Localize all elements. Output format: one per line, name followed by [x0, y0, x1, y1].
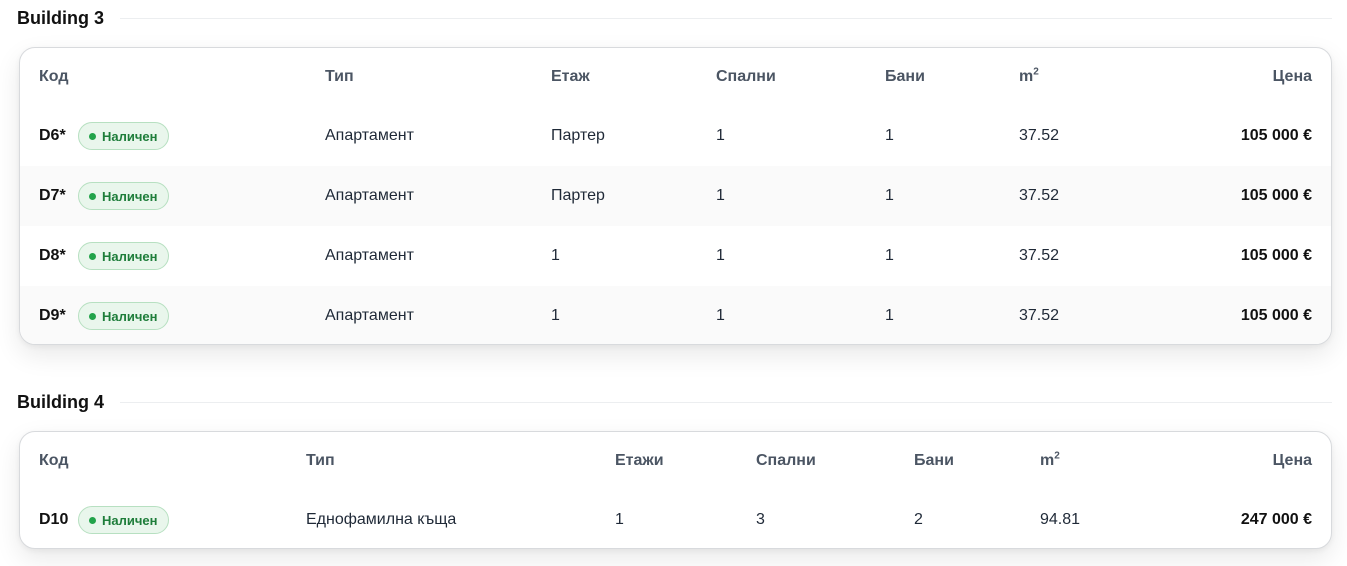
unit-code: D9*: [39, 307, 66, 324]
column-header-type[interactable]: Тип: [306, 432, 615, 490]
unit-bathrooms: 1: [885, 247, 894, 264]
unit-area: 37.52: [1019, 127, 1060, 144]
unit-floor: 1: [551, 247, 560, 264]
table-row[interactable]: D8* Наличен Апартамент 1 1 1 37.52 105 00…: [20, 226, 1331, 286]
unit-code: D10: [39, 511, 69, 528]
units-table-card-building-3: Код Тип Етаж Спални Бани m2 Цена D6* Нали…: [19, 47, 1332, 345]
unit-bathrooms: 1: [885, 307, 894, 324]
unit-price: 105 000 €: [1240, 247, 1312, 264]
unit-bedrooms: 1: [716, 247, 725, 264]
status-label: Наличен: [102, 308, 158, 324]
area-unit-exponent: 2: [1033, 66, 1039, 78]
area-unit: m: [1019, 68, 1034, 85]
column-header-code[interactable]: Код: [20, 432, 306, 490]
unit-bedrooms: 1: [716, 187, 725, 204]
unit-area: 94.81: [1040, 511, 1081, 528]
unit-code: D6*: [39, 127, 66, 144]
status-label: Наличен: [102, 512, 158, 528]
table-header-row: Код Тип Етаж Спални Бани m2 Цена: [20, 48, 1331, 106]
status-dot-icon: [89, 132, 96, 140]
column-header-bedrooms[interactable]: Спални: [756, 432, 914, 490]
unit-type: Апартамент: [325, 307, 414, 324]
status-label: Наличен: [102, 248, 158, 264]
column-header-bathrooms[interactable]: Бани: [885, 48, 1019, 106]
section-header-building-3: Building 3: [17, 6, 1332, 30]
status-badge: Наличен: [78, 506, 169, 534]
unit-type: Апартамент: [325, 127, 414, 144]
unit-floor: Партер: [551, 187, 605, 204]
unit-bedrooms: 3: [756, 511, 765, 528]
status-label: Наличен: [102, 188, 158, 204]
unit-bathrooms: 1: [885, 187, 894, 204]
section-title: Building 3: [17, 7, 104, 28]
status-badge: Наличен: [78, 122, 169, 150]
column-header-price[interactable]: Цена: [1170, 432, 1331, 490]
table-row[interactable]: D6* Наличен Апартамент Партер 1 1 37.52 1…: [20, 106, 1331, 166]
column-header-type[interactable]: Тип: [325, 48, 551, 106]
unit-bedrooms: 1: [716, 307, 725, 324]
unit-bathrooms: 1: [885, 127, 894, 144]
status-label: Наличен: [102, 128, 158, 144]
unit-price: 105 000 €: [1240, 187, 1312, 204]
section-divider: [120, 17, 1332, 19]
section-title: Building 4: [17, 391, 104, 412]
unit-price: 247 000 €: [1240, 511, 1312, 528]
units-table: Код Тип Етаж Спални Бани m2 Цена D6* Нали…: [20, 48, 1331, 344]
table-row[interactable]: D9* Наличен Апартамент 1 1 1 37.52 105 00…: [20, 286, 1331, 344]
table-header-row: Код Тип Етажи Спални Бани m2 Цена: [20, 432, 1331, 490]
status-badge: Наличен: [78, 182, 169, 210]
status-dot-icon: [89, 192, 96, 200]
status-dot-icon: [89, 516, 96, 524]
units-table-card-building-4: Код Тип Етажи Спални Бани m2 Цена D10 Нал…: [19, 431, 1332, 549]
status-dot-icon: [89, 312, 96, 320]
column-header-code[interactable]: Код: [20, 48, 325, 106]
column-header-price[interactable]: Цена: [1169, 48, 1331, 106]
unit-code: D8*: [39, 247, 66, 264]
area-unit-exponent: 2: [1054, 450, 1060, 462]
unit-type: Апартамент: [325, 247, 414, 264]
table-row[interactable]: D7* Наличен Апартамент Партер 1 1 37.52 1…: [20, 166, 1331, 226]
column-header-bathrooms[interactable]: Бани: [914, 432, 1040, 490]
column-header-area[interactable]: m2: [1040, 432, 1170, 490]
section-header-building-4: Building 4: [17, 390, 1332, 414]
status-badge: Наличен: [78, 242, 169, 270]
unit-bathrooms: 2: [914, 511, 923, 528]
column-header-floor[interactable]: Етаж: [551, 48, 716, 106]
section-divider: [120, 401, 1332, 403]
unit-bedrooms: 1: [716, 127, 725, 144]
unit-price: 105 000 €: [1240, 127, 1312, 144]
status-badge: Наличен: [78, 302, 169, 330]
units-table: Код Тип Етажи Спални Бани m2 Цена D10 Нал…: [20, 432, 1331, 548]
unit-area: 37.52: [1019, 187, 1060, 204]
unit-area: 37.52: [1019, 247, 1060, 264]
unit-floor: Партер: [551, 127, 605, 144]
column-header-bedrooms[interactable]: Спални: [716, 48, 885, 106]
column-header-floors[interactable]: Етажи: [615, 432, 756, 490]
table-row[interactable]: D10 Наличен Еднофамилна къща 1 3 2 94.81 …: [20, 490, 1331, 548]
unit-floor: 1: [551, 307, 560, 324]
unit-type: Апартамент: [325, 187, 414, 204]
unit-code: D7*: [39, 187, 66, 204]
status-dot-icon: [89, 252, 96, 260]
unit-area: 37.52: [1019, 307, 1060, 324]
unit-type: Еднофамилна къща: [306, 511, 457, 528]
unit-price: 105 000 €: [1240, 307, 1312, 324]
area-unit: m: [1040, 452, 1055, 469]
column-header-area[interactable]: m2: [1019, 48, 1169, 106]
unit-floors: 1: [615, 511, 624, 528]
